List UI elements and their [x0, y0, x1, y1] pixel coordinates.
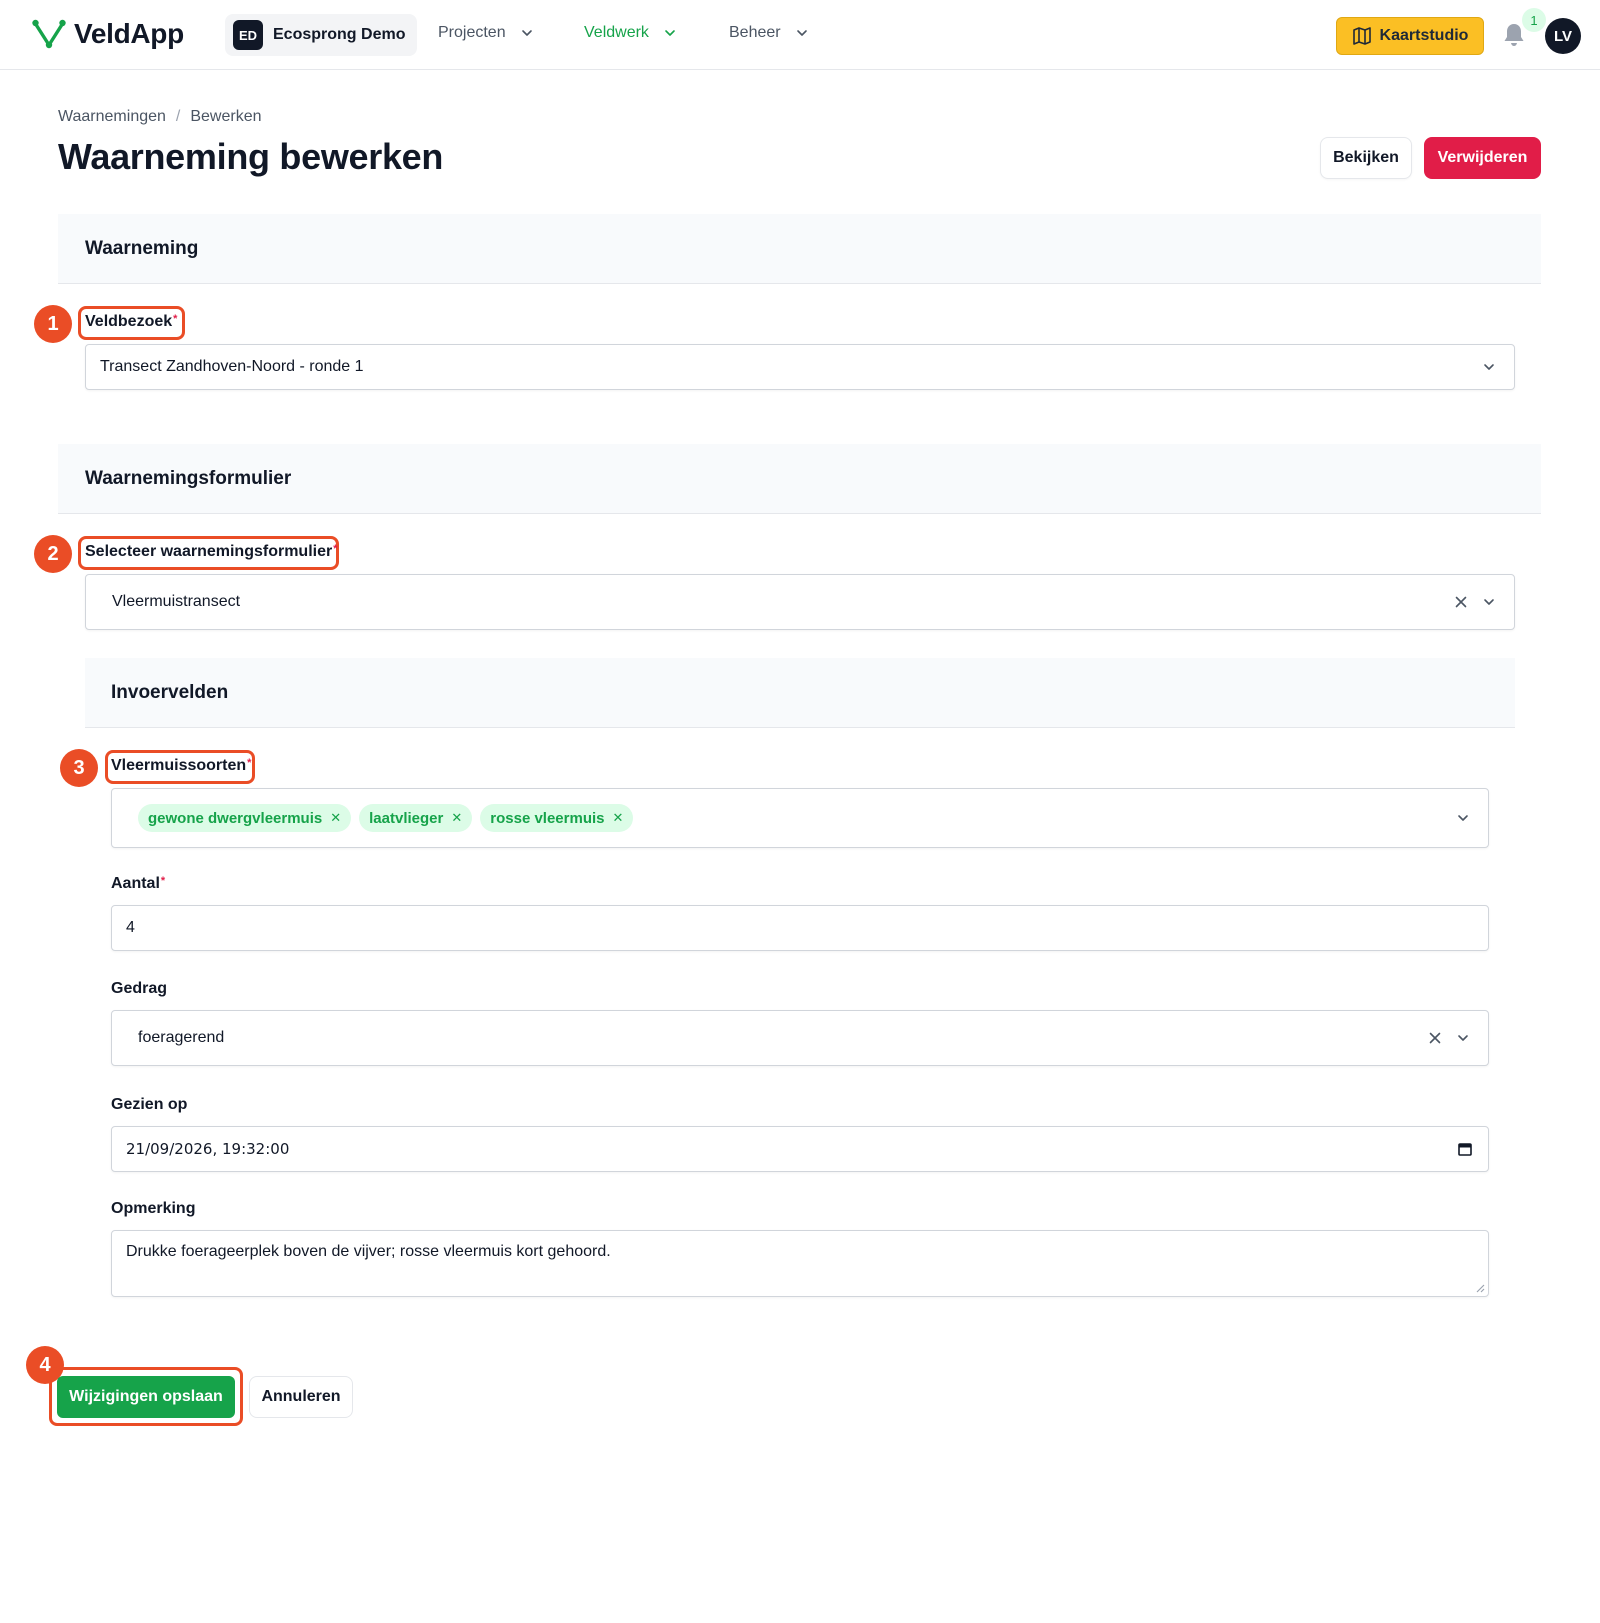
chevron-down-icon [521, 30, 532, 36]
nav-veldwerk[interactable]: Veldwerk [584, 24, 677, 42]
label-text: Veldbezoek [85, 313, 173, 330]
species-chip: laatvlieger ✕ [359, 804, 473, 832]
label-text: Gedrag [111, 980, 168, 997]
opmerking-value: Drukke foerageerplek boven de vijver; ro… [126, 1243, 611, 1260]
step-marker-3: 3 [60, 749, 98, 787]
select-icons [1456, 789, 1470, 847]
select-icons [1454, 575, 1496, 629]
chevron-down-icon [1484, 599, 1494, 605]
gedrag-label: Gedrag [111, 980, 167, 998]
species-chip: rosse vleermuis ✕ [480, 804, 634, 832]
nav-label: Beheer [729, 24, 781, 41]
veldbezoek-select[interactable]: Transect Zandhoven-Noord - ronde 1 [85, 344, 1515, 390]
app-name: VeldApp [74, 18, 184, 49]
notifications-bell-icon[interactable] [1502, 22, 1526, 48]
veldbezoek-value: Transect Zandhoven-Noord - ronde 1 [100, 358, 364, 375]
chip-label: laatvlieger [369, 809, 444, 827]
page-title: Waarneming bewerken [58, 136, 444, 177]
gezien-op-label: Gezien op [111, 1096, 187, 1114]
gedrag-value: foeragerend [138, 1029, 225, 1046]
top-navbar: VeldApp ED Ecosprong Demo Projecten Veld… [0, 0, 1600, 70]
veldapp-logo-icon [32, 19, 66, 49]
chevron-down-icon [1484, 364, 1494, 370]
chevron-down-icon [1458, 815, 1468, 821]
opmerking-label: Opmerking [111, 1200, 195, 1218]
user-avatar[interactable]: LV [1545, 18, 1581, 54]
species-chip: gewone dwergvleermuis ✕ [138, 804, 352, 832]
label-text: Selecteer waarnemingsformulier [85, 543, 333, 560]
aantal-value: 4 [126, 919, 135, 936]
chevron-down-icon [665, 30, 675, 36]
nav-projecten[interactable]: Projecten [438, 24, 534, 42]
gezien-op-datetime-input[interactable]: 21/09/2026, 19:32:00 [111, 1126, 1489, 1172]
breadcrumb-bewerken: Bewerken [190, 108, 262, 125]
label-text: Aantal [111, 875, 160, 892]
step-marker-2: 2 [34, 535, 72, 573]
breadcrumb-waarnemingen[interactable]: Waarnemingen [58, 108, 166, 126]
kaartstudio-label: Kaartstudio [1379, 27, 1469, 44]
clear-x-icon[interactable] [1454, 595, 1468, 609]
resize-handle-icon[interactable] [1475, 1283, 1485, 1293]
section-header-waarnemingsformulier: Waarnemingsformulier [58, 444, 1541, 514]
select-form-label: Selecteer waarnemingsformulier* [85, 543, 338, 561]
form-select-value: Vleermuistransect [112, 593, 241, 610]
vleermuissoorten-multiselect[interactable]: gewone dwergvleermuis ✕ laatvlieger ✕ ro… [111, 788, 1489, 848]
delete-button[interactable]: Verwijderen [1424, 137, 1541, 179]
breadcrumb-separator: / [175, 108, 181, 125]
veldbezoek-label: Veldbezoek* [85, 313, 177, 331]
kaartstudio-button[interactable]: Kaartstudio [1336, 17, 1484, 55]
save-changes-button[interactable]: Wijzigingen opslaan [57, 1376, 235, 1418]
required-marker: * [160, 875, 166, 887]
step-marker-1: 1 [34, 305, 72, 343]
organization-switcher[interactable]: ED Ecosprong Demo [225, 14, 418, 56]
chip-label: gewone dwergvleermuis [148, 809, 323, 827]
required-marker: * [173, 313, 178, 325]
aantal-label: Aantal* [111, 875, 165, 893]
chip-label: rosse vleermuis [490, 809, 605, 827]
section-header-waarneming: Waarneming [58, 214, 1541, 284]
section-title: Waarnemingsformulier [85, 467, 292, 489]
vleermuissoorten-label: Vleermuissoorten* [111, 757, 251, 775]
notification-count-badge: 1 [1522, 8, 1546, 32]
calendar-icon[interactable] [1458, 1142, 1472, 1156]
aantal-input[interactable]: 4 [111, 905, 1489, 951]
chip-remove-icon[interactable]: ✕ [613, 810, 624, 826]
chevron-down-icon [1458, 1035, 1468, 1041]
section-title: Waarneming [85, 237, 199, 259]
select-icons [1428, 1011, 1470, 1065]
org-name: Ecosprong Demo [273, 26, 406, 43]
org-initials-badge: ED [233, 20, 263, 50]
label-text: Vleermuissoorten [111, 757, 247, 774]
gedrag-select[interactable]: foeragerend [111, 1010, 1489, 1066]
chip-remove-icon[interactable]: ✕ [451, 810, 462, 826]
label-text: Opmerking [111, 1200, 196, 1217]
cancel-button[interactable]: Annuleren [249, 1376, 353, 1418]
breadcrumb: Waarnemingen / Bewerken [58, 108, 262, 126]
chip-remove-icon[interactable]: ✕ [330, 810, 341, 826]
section-title: Invoervelden [111, 681, 229, 703]
map-icon [1352, 27, 1371, 45]
required-marker: * [247, 757, 252, 769]
gezien-op-value: 21/09/2026, 19:32:00 [126, 1140, 290, 1158]
required-marker: * [333, 543, 338, 555]
chevron-down-icon [796, 30, 807, 36]
select-icons [1482, 345, 1496, 389]
view-button[interactable]: Bekijken [1320, 137, 1412, 179]
label-text: Gezien op [111, 1096, 188, 1113]
section-header-invoervelden: Invoervelden [85, 658, 1515, 728]
form-select[interactable]: Vleermuistransect [85, 574, 1515, 630]
nav-label: Projecten [438, 24, 506, 41]
nav-label: Veldwerk [584, 24, 649, 41]
opmerking-textarea[interactable]: Drukke foerageerplek boven de vijver; ro… [111, 1230, 1489, 1297]
clear-x-icon[interactable] [1428, 1031, 1442, 1045]
app-logo[interactable]: VeldApp [32, 18, 184, 50]
nav-beheer[interactable]: Beheer [729, 24, 809, 42]
